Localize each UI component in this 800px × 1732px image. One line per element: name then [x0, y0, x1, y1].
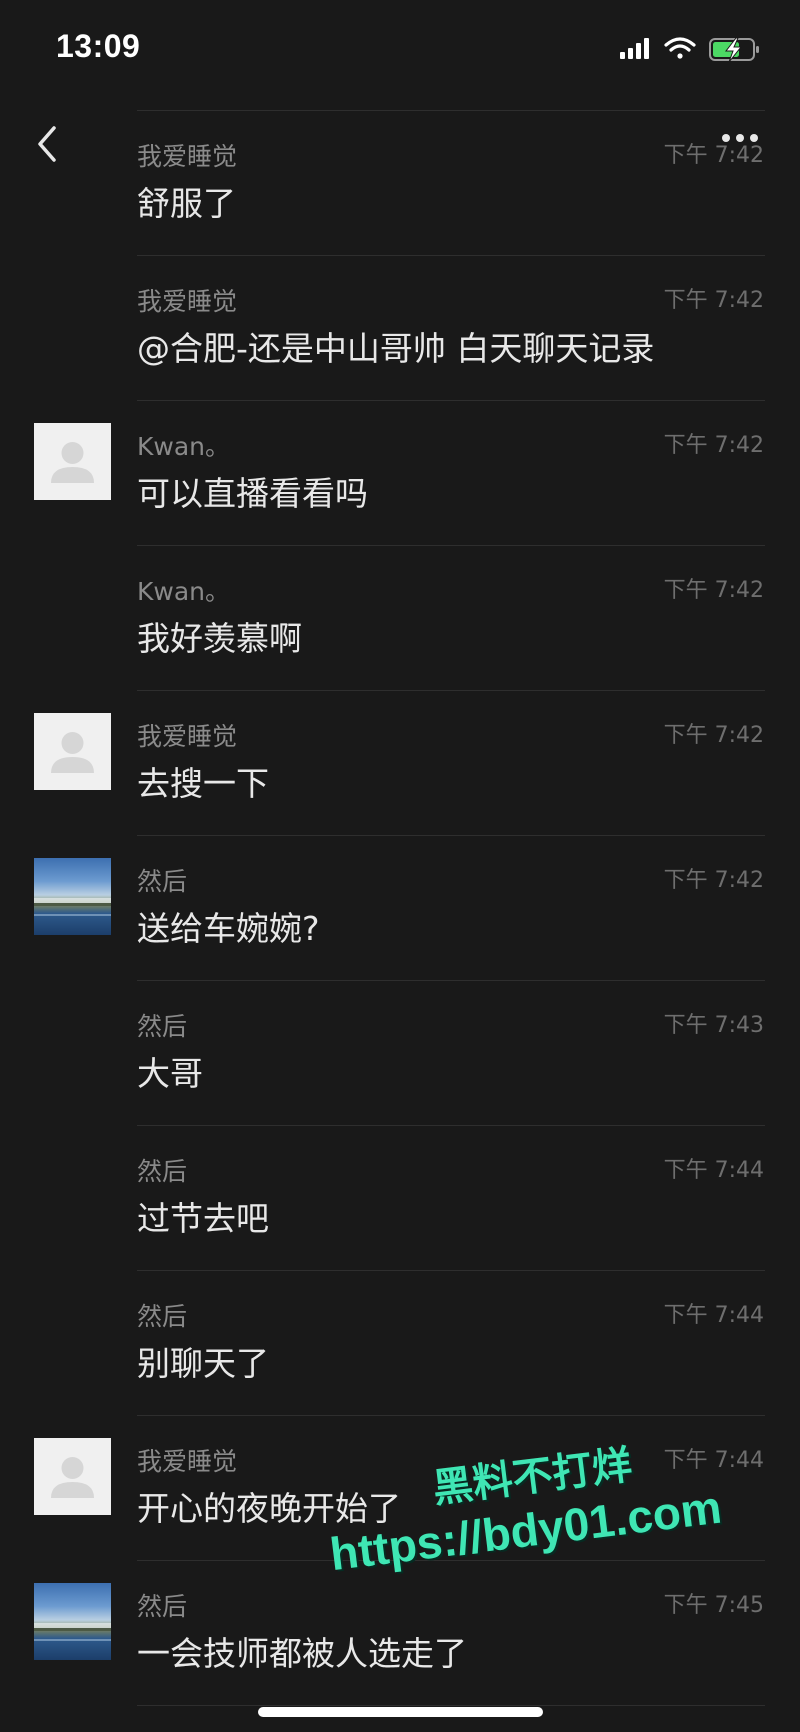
message-time: 下午 7:43	[663, 1013, 764, 1038]
message-sender: 我爱睡觉	[137, 142, 238, 171]
message-text: 我好羡慕啊	[137, 619, 302, 658]
message-time: 下午 7:42	[663, 288, 764, 313]
signal-bars-icon	[620, 38, 649, 59]
message-text: 舒服了	[137, 184, 236, 223]
message-time: 下午 7:42	[663, 723, 764, 748]
message-row[interactable]: 我爱睡觉 下午 7:42 去搜一下	[0, 691, 800, 836]
message-text: 过节去吧	[137, 1199, 269, 1238]
message-time: 下午 7:42	[663, 578, 764, 603]
message-row[interactable]: 我爱睡觉 下午 7:42 @合肥-还是中山哥帅 白天聊天记录	[0, 256, 800, 401]
message-sender: 然后	[137, 1592, 188, 1621]
message-row[interactable]: Kwan。 下午 7:42 我好羡慕啊	[0, 546, 800, 691]
message-time: 下午 7:42	[663, 868, 764, 893]
message-sender: Kwan。	[137, 432, 231, 461]
wifi-icon	[664, 37, 696, 59]
landscape-photo-icon	[34, 1623, 111, 1641]
message-sender: 然后	[137, 867, 188, 896]
message-text: 去搜一下	[137, 764, 269, 803]
message-sender: 我爱睡觉	[137, 1447, 238, 1476]
message-row[interactable]: 然后 下午 7:42 送给车婉婉?	[0, 836, 800, 981]
message-text: 别聊天了	[137, 1344, 269, 1383]
message-time: 下午 7:42	[663, 433, 764, 458]
message-time: 下午 7:45	[663, 1593, 764, 1618]
default-user-icon	[51, 732, 94, 773]
avatar[interactable]	[34, 858, 111, 935]
message-sender: 然后	[137, 1012, 188, 1041]
landscape-photo-icon	[34, 898, 111, 916]
message-text: 可以直播看看吗	[137, 474, 368, 513]
avatar[interactable]	[34, 713, 111, 790]
avatar[interactable]	[34, 1438, 111, 1515]
message-row[interactable]: 然后 下午 7:44 别聊天了	[0, 1271, 800, 1416]
status-time: 13:09	[56, 28, 141, 64]
message-text: 一会技师都被人选走了	[137, 1634, 467, 1673]
default-user-icon	[51, 442, 94, 483]
message-sender: Kwan。	[137, 577, 231, 606]
row-divider	[137, 1705, 765, 1706]
message-text: 大哥	[137, 1054, 203, 1093]
message-time: 下午 7:42	[663, 143, 764, 168]
message-row[interactable]: 我爱睡觉 下午 7:42 舒服了	[0, 111, 800, 256]
message-text: 送给车婉婉?	[137, 909, 320, 948]
avatar[interactable]	[34, 423, 111, 500]
battery-charging-icon	[709, 37, 759, 63]
status-bar: 13:09	[0, 0, 800, 100]
message-sender: 我爱睡觉	[137, 722, 238, 751]
message-sender: 我爱睡觉	[137, 287, 238, 316]
message-row[interactable]: Kwan。 下午 7:42 可以直播看看吗	[0, 401, 800, 546]
home-indicator[interactable]	[258, 1707, 543, 1717]
message-sender: 然后	[137, 1302, 188, 1331]
avatar[interactable]	[34, 1583, 111, 1660]
message-row[interactable]: 然后 下午 7:45 一会技师都被人选走了	[0, 1561, 800, 1706]
status-icons	[620, 34, 770, 64]
message-text: @合肥-还是中山哥帅 白天聊天记录	[137, 329, 655, 368]
default-user-icon	[51, 1457, 94, 1498]
message-sender: 然后	[137, 1157, 188, 1186]
message-time: 下午 7:44	[663, 1303, 764, 1328]
message-row[interactable]: 然后 下午 7:43 大哥	[0, 981, 800, 1126]
message-row[interactable]: 然后 下午 7:44 过节去吧	[0, 1126, 800, 1271]
message-time: 下午 7:44	[663, 1158, 764, 1183]
